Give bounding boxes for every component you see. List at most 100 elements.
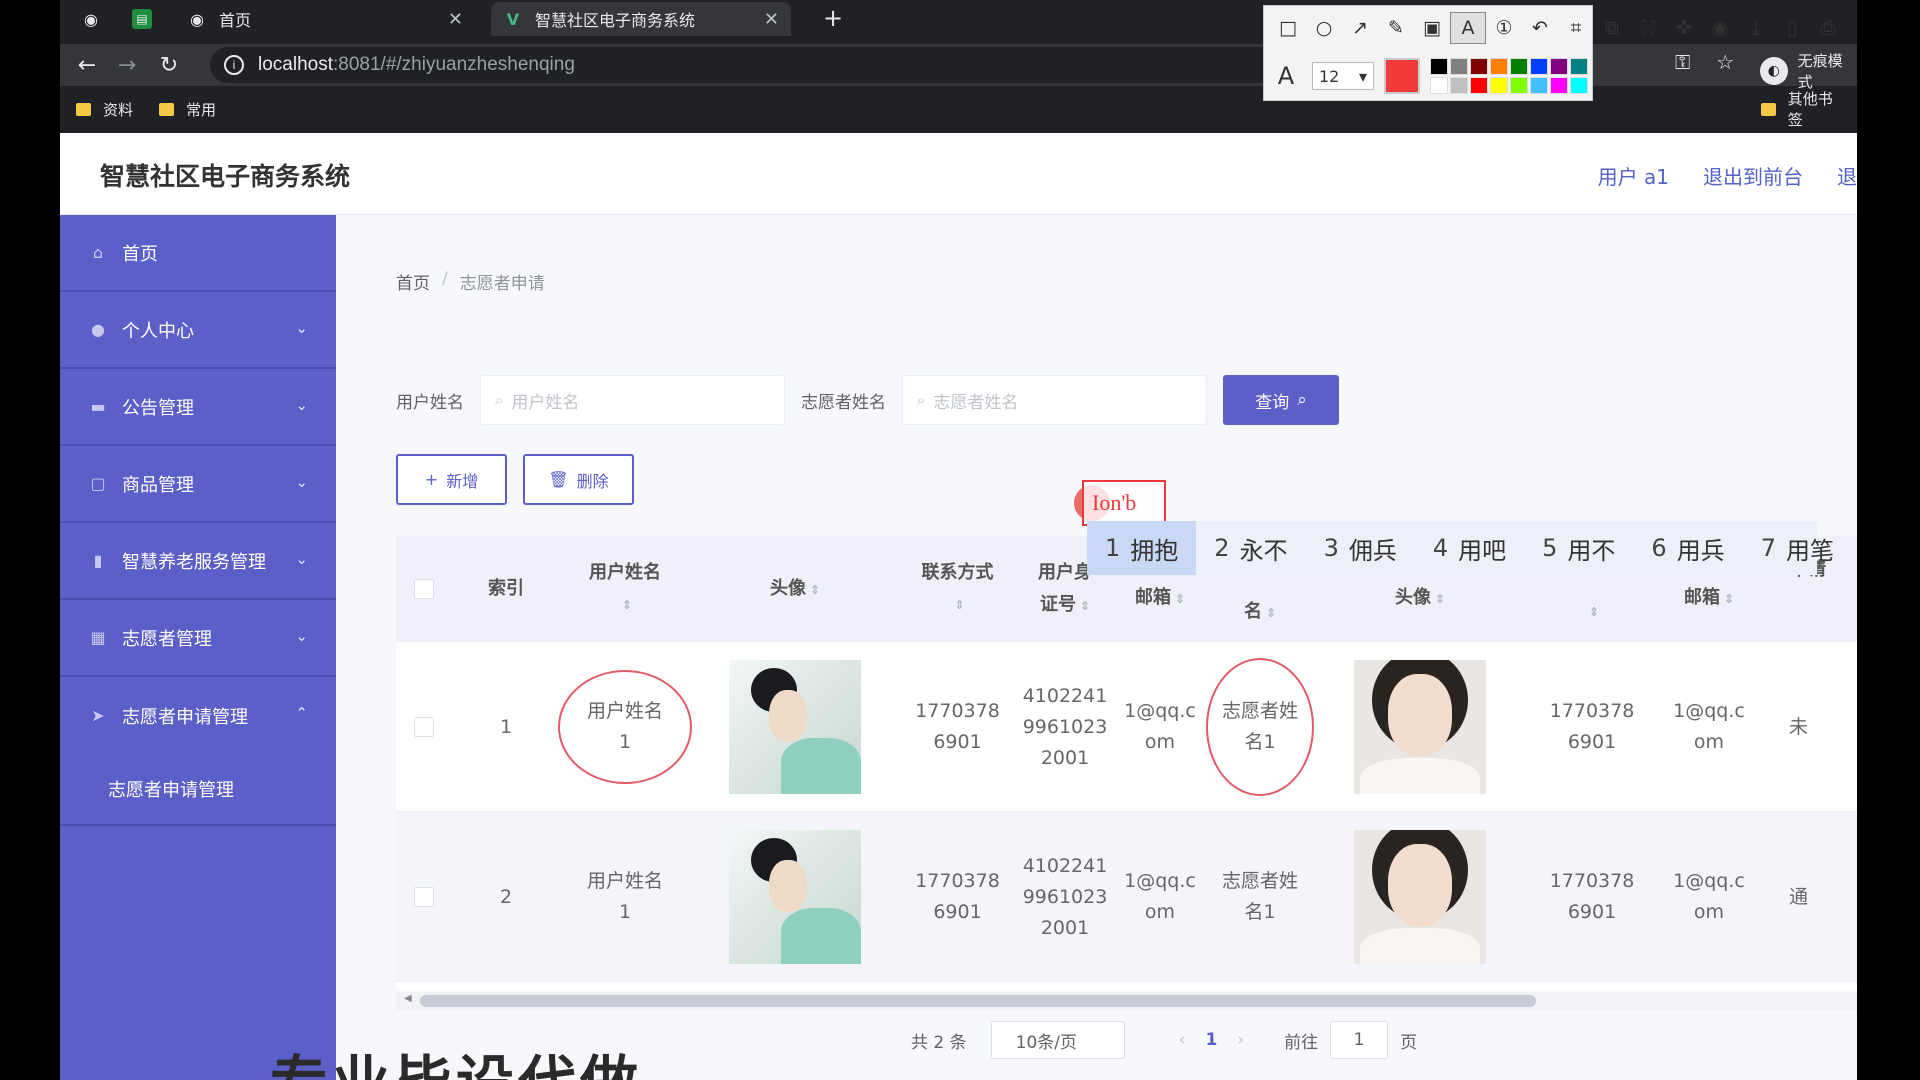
exit-to-front-link[interactable]: 退出到前台 [1703,161,1803,190]
row-checkbox[interactable] [414,717,434,737]
number-icon[interactable]: ① [1486,12,1522,44]
copy-icon[interactable]: ▯ [1774,12,1810,44]
col-avatar[interactable]: 头像 ⇕ [690,536,900,642]
add-button[interactable]: + 新增 [396,454,507,505]
sort-icon[interactable]: ⇕ [1175,592,1185,606]
bookmark-folder[interactable]: 常用 [159,99,216,120]
browser-menu-icon[interactable]: ◉ [78,6,104,32]
url-input[interactable]: i localhost:8081/#/zhiyuanzheshenqing [210,47,1290,83]
page-number-current[interactable]: 1 [1205,1030,1217,1050]
sidebar-item-goods[interactable]: ▢ 商品管理 ⌄ [60,446,336,523]
sort-icon[interactable]: ⇕ [1266,606,1276,620]
sort-icon[interactable]: ⇕ [622,589,632,621]
sort-icon[interactable]: ⇕ [1080,599,1090,613]
sidebar-item-volunteer[interactable]: ▦ 志愿者管理 ⌄ [60,600,336,677]
pen-icon[interactable]: ✎ [1378,12,1414,44]
sort-icon[interactable]: ⇕ [1435,592,1445,606]
user-name-input[interactable]: ⌕ 用户姓名 [480,375,785,425]
logout-link[interactable]: 退 [1837,161,1857,190]
undo-icon[interactable]: ↶ [1522,12,1558,44]
scroll-left-icon[interactable]: ◀ [404,993,412,1004]
close-icon[interactable]: ✕ [764,9,779,30]
bookmark-icon[interactable]: ⎙ [1810,12,1846,44]
tab-home[interactable]: ◉ 首页 ✕ [175,2,475,36]
pin-icon[interactable]: ✜ [1666,12,1702,44]
star-icon[interactable]: ☆ [1716,50,1734,74]
color-swatch[interactable] [1490,58,1508,75]
user-avatar-image[interactable] [729,830,861,964]
goto-page-input[interactable]: 1 [1330,1021,1389,1059]
query-button[interactable]: 查询 ⌕ [1223,375,1339,425]
color-swatch[interactable] [1470,77,1488,94]
text-tool-icon[interactable]: A [1450,12,1486,44]
table-horizontal-scrollbar[interactable]: ◀ [396,992,1857,1010]
reload-icon[interactable]: ↻ [154,50,184,80]
sidebar-item-notice[interactable]: ▬ 公告管理 ⌄ [60,369,336,446]
ime-composition-box[interactable]: Ion'b [1082,480,1166,526]
ime-candidate[interactable]: 2 永不 [1196,521,1305,575]
sort-icon[interactable]: ⇕ [1589,596,1599,628]
ellipse-icon[interactable]: ○ [1306,12,1342,44]
color-swatch[interactable] [1570,58,1588,75]
ime-candidate[interactable]: 5 用不 [1524,521,1633,575]
volunteer-avatar-image[interactable] [1354,830,1486,964]
submenu-volunteer-apply-manage[interactable]: 志愿者申请管理 [60,754,336,826]
prev-page-icon[interactable]: ‹ [1179,1030,1186,1050]
color-swatch[interactable] [1430,58,1448,75]
crop-icon[interactable]: ⌗ [1558,12,1594,44]
tab-app[interactable]: V 智慧社区电子商务系统 ✕ [491,2,791,36]
page-size-select[interactable]: 10条/页 [990,1021,1125,1059]
ime-candidate[interactable]: 3 佣兵 [1306,521,1415,575]
volunteer-avatar-image[interactable] [1354,660,1486,794]
mosaic-icon[interactable]: ▣ [1414,12,1450,44]
color-swatch[interactable] [1570,77,1588,94]
sort-icon[interactable]: ⇕ [810,583,820,597]
ime-candidate[interactable]: 1 拥抱 [1087,521,1197,575]
bookmark-folder[interactable]: 资料 [76,99,133,120]
color-swatch[interactable] [1450,58,1468,75]
ime-candidate[interactable]: 7 用笔 [1743,521,1852,575]
color-swatch[interactable] [1450,77,1468,94]
sidebar-item-personal-center[interactable]: ● 个人中心 ⌄ [60,292,336,369]
sort-icon[interactable]: ⇕ [1724,592,1734,606]
new-tab-icon[interactable]: + [823,4,843,32]
incognito-badge[interactable]: ◐ 无痕模式 [1760,50,1857,92]
sidebar-item-elderly-service[interactable]: ▮ 智慧养老服务管理 ⌄ [60,523,336,600]
next-page-icon[interactable]: › [1237,1030,1244,1050]
record-icon[interactable]: ◉ [1702,12,1738,44]
color-swatch[interactable] [1470,58,1488,75]
color-swatch[interactable] [1530,58,1548,75]
translate-icon[interactable]: ⧉ [1594,12,1630,44]
sort-icon[interactable]: ⇕ [954,589,964,621]
volunteer-name-input[interactable]: ⌕ 志愿者姓名 [902,375,1207,425]
key-icon[interactable]: ⚿ [1675,50,1690,74]
info-icon[interactable]: i [224,55,244,75]
color-swatch[interactable] [1550,58,1568,75]
rectangle-icon[interactable]: □ [1270,12,1306,44]
close-icon[interactable]: ✕ [448,9,463,30]
color-swatch[interactable] [1510,58,1528,75]
delete-button[interactable]: 🗑 删除 [523,454,634,505]
col-contact[interactable]: 联系方式 ⇕ [900,536,1015,642]
ocr-icon[interactable]: ⛶ [1630,12,1666,44]
font-size-select[interactable]: 12 ▾ [1312,62,1374,90]
current-user[interactable]: 用户 a1 [1598,161,1669,190]
row-checkbox[interactable] [414,887,434,907]
other-bookmarks[interactable]: 其他书签 [1761,90,1847,129]
color-swatch[interactable] [1530,77,1548,94]
ime-candidate[interactable]: 6 用兵 [1633,521,1742,575]
col-user-name[interactable]: 用户姓名 ⇕ [560,536,690,642]
ime-candidate[interactable]: 4 用吧 [1415,521,1524,575]
select-all-checkbox[interactable] [414,579,434,599]
back-icon[interactable]: ← [72,50,102,80]
color-swatch[interactable] [1510,77,1528,94]
color-swatch[interactable] [1490,77,1508,94]
sheet-tab-icon[interactable]: ▤ [132,9,152,29]
arrow-icon[interactable]: ↗ [1342,12,1378,44]
sidebar-item-home[interactable]: ⌂ 首页 [60,215,336,292]
sidebar-item-volunteer-apply[interactable]: ➤ 志愿者申请管理 ⌃ [60,677,336,754]
scrollbar-thumb[interactable] [420,995,1536,1007]
color-swatch[interactable] [1430,77,1448,94]
user-avatar-image[interactable] [729,660,861,794]
forward-icon[interactable]: → [112,50,142,80]
